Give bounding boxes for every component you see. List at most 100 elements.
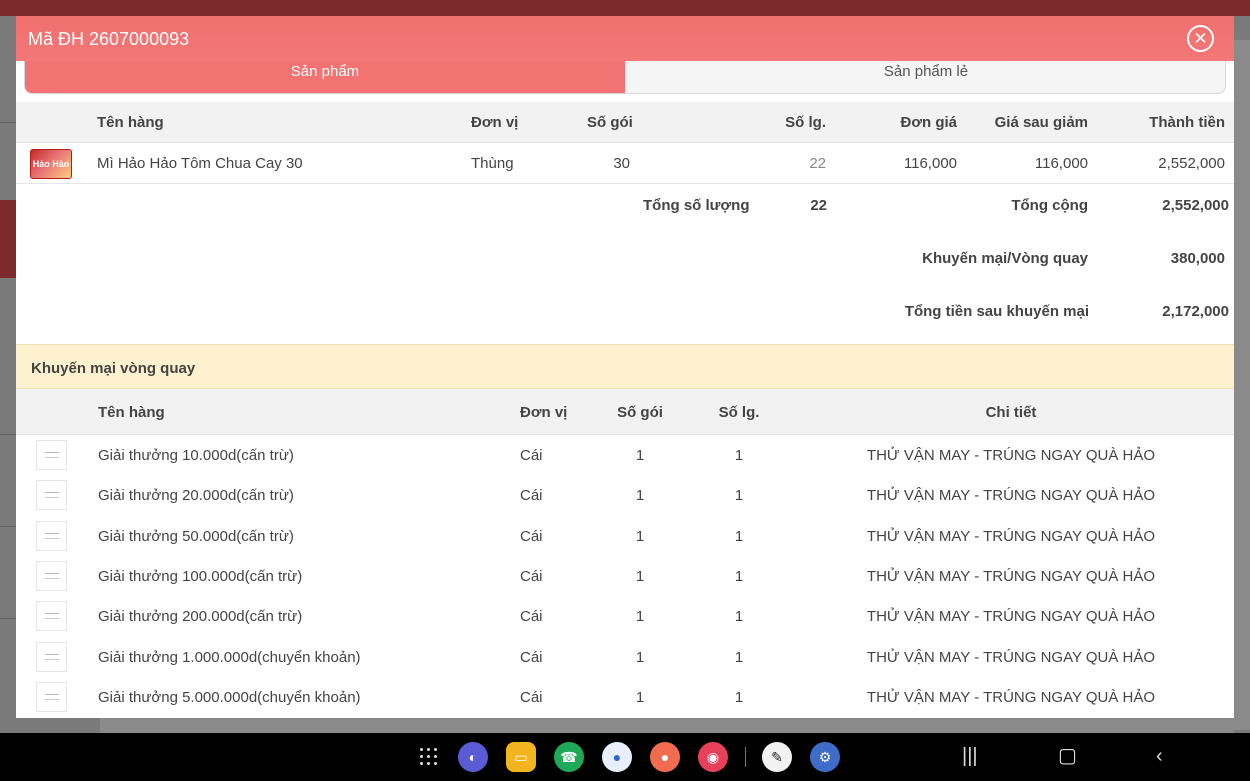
prize-packs: 1: [635, 567, 645, 585]
col-qty: Số lg.: [785, 114, 826, 131]
prize-packs: 1: [635, 688, 645, 706]
product-price: 116,000: [903, 155, 957, 172]
tab-label: Sản phẩm lẻ: [883, 62, 969, 80]
apps-grid-icon[interactable]: [420, 748, 438, 766]
after-promo-value: 2,172,000: [1162, 303, 1229, 320]
prize-qty: 1: [734, 527, 744, 545]
prize-image: [36, 641, 67, 672]
order-detail-modal: Mã ĐH 2607000093 ✕ Sản phẩm Sản phẩm lẻ …: [16, 16, 1234, 718]
back-icon[interactable]: ‹: [1156, 745, 1163, 768]
prize-unit: Cái: [520, 447, 543, 464]
prize-image: [36, 601, 67, 632]
product-name: Mì Hảo Hảo Tôm Chua Cay 30: [97, 155, 303, 172]
table-row[interactable]: Giải thưởng 1.000.000d(chuyển khoản) Cái 1…: [16, 637, 1234, 677]
product-image-text: Hảo Hảo: [32, 159, 70, 169]
recent-apps-icon[interactable]: |||: [962, 745, 978, 768]
internet-browser-icon[interactable]: ◐: [458, 742, 488, 772]
background-right-panel: [1234, 40, 1250, 730]
promotion-table-header: Tên hàng Đơn vị Số gói Số lg. Chi tiết: [16, 389, 1234, 435]
table-row[interactable]: Giải thưởng 5.000.000d(chuyển khoản) Cái 1…: [16, 677, 1234, 717]
col-packs: Số gói: [617, 404, 663, 421]
close-icon[interactable]: ✕: [1187, 25, 1214, 52]
home-icon[interactable]: ▢: [1058, 743, 1077, 768]
tab-loose-products[interactable]: Sản phẩm lẻ: [625, 61, 1225, 93]
android-navigation-bar: ◐ ▭ ☎ ● ● ◉ ✎ ⚙ ||| ▢ ‹: [0, 733, 1250, 781]
prize-qty: 1: [734, 648, 744, 666]
background-app-topbar: [0, 0, 1250, 16]
table-row[interactable]: Giải thưởng 200.000d(cấn trừ) Cái 1 1 THỬ VẬ…: [16, 596, 1234, 636]
prize-name: Giải thưởng 100.000d(cấn trừ): [98, 567, 303, 585]
prize-qty: 1: [734, 447, 744, 464]
total-qty-value: 22: [810, 197, 827, 214]
notes-app-icon[interactable]: ✎: [762, 742, 792, 772]
prize-name: Giải thưởng 5.000.000d(chuyển khoản): [98, 688, 361, 706]
product-packs: 30: [613, 155, 630, 172]
background-divider: [0, 526, 16, 527]
table-row[interactable]: Giải thưởng 100.000d(cấn trừ) Cái 1 1 THỬ VẬ…: [16, 556, 1234, 596]
background-divider: [0, 122, 16, 123]
prize-detail: THỬ VẬN MAY - TRÚNG NGAY QUÀ HẢO: [866, 648, 1156, 666]
prize-packs: 1: [635, 487, 645, 505]
total-qty-label: Tổng số lượng: [643, 197, 750, 214]
prize-unit: Cái: [520, 527, 543, 545]
my-files-icon[interactable]: ▭: [506, 742, 536, 772]
prize-detail: THỬ VẬN MAY - TRÚNG NGAY QUÀ HẢO: [866, 688, 1156, 706]
prize-image: [36, 520, 67, 551]
promotion-section-header: Khuyến mại vòng quay: [16, 344, 1234, 389]
product-total: 2,552,000: [1158, 155, 1225, 172]
screen-recorder-icon[interactable]: ◉: [698, 742, 728, 772]
col-total: Thành tiền: [1149, 114, 1225, 131]
col-qty: Số lg.: [718, 404, 760, 421]
prize-detail: THỬ VẬN MAY - TRÚNG NGAY QUÀ HẢO: [866, 567, 1156, 585]
col-discounted: Giá sau giảm: [994, 114, 1088, 131]
messages-icon[interactable]: ●: [602, 742, 632, 772]
prize-packs: 1: [635, 527, 645, 545]
prize-unit: Cái: [520, 648, 543, 666]
prize-packs: 1: [635, 648, 645, 666]
product-discounted-price: 116,000: [1034, 155, 1088, 172]
contacts-icon[interactable]: ●: [650, 742, 680, 772]
table-row[interactable]: Giải thưởng 10.000d(cấn trừ) Cái 1 1 THỬ VẬN…: [16, 435, 1234, 475]
prize-name: Giải thưởng 10.000d(cấn trừ): [98, 447, 294, 464]
prize-unit: Cái: [520, 487, 543, 505]
col-name: Tên hàng: [98, 404, 165, 421]
prize-name: Giải thưởng 50.000d(cấn trừ): [98, 527, 294, 545]
background-app-selected-item: [0, 200, 16, 278]
table-row[interactable]: Hảo Hảo Mì Hảo Hảo Tôm Chua Cay 30 Thùng…: [16, 143, 1234, 184]
product-table-header: Tên hàng Đơn vị Số gói Số lg. Đơn giá Gi…: [16, 102, 1234, 143]
col-unit: Đơn vị: [520, 404, 568, 421]
prize-image: [36, 681, 67, 712]
tab-bar: Sản phẩm Sản phẩm lẻ: [24, 61, 1226, 94]
prize-detail: THỬ VẬN MAY - TRÚNG NGAY QUÀ HẢO: [866, 527, 1156, 545]
prize-detail: THỬ VẬN MAY - TRÚNG NGAY QUÀ HẢO: [866, 487, 1156, 505]
prize-name: Giải thưởng 20.000d(cấn trừ): [98, 487, 294, 505]
prize-detail: THỬ VẬN MAY - TRÚNG NGAY QUÀ HẢO: [866, 608, 1156, 626]
prize-image: [36, 560, 67, 591]
phone-icon[interactable]: ☎: [554, 742, 584, 772]
dock-separator: [745, 747, 746, 767]
modal-title: Mã ĐH 2607000093: [28, 29, 190, 49]
tab-label: Sản phẩm: [290, 62, 360, 80]
prize-image: [36, 440, 67, 470]
prize-unit: Cái: [520, 567, 543, 585]
background-divider: [0, 618, 16, 619]
prize-unit: Cái: [520, 688, 543, 706]
col-name: Tên hàng: [97, 114, 164, 131]
col-price: Đơn giá: [900, 114, 958, 131]
background-divider: [0, 434, 16, 435]
prize-qty: 1: [734, 567, 744, 585]
promo-label: Khuyến mại/Vòng quay: [922, 250, 1088, 267]
prize-image: [36, 480, 67, 511]
prize-qty: 1: [734, 608, 744, 626]
prize-packs: 1: [635, 608, 645, 626]
tab-products[interactable]: Sản phẩm: [25, 61, 625, 93]
grand-total-label: Tổng cộng: [1011, 197, 1088, 214]
col-packs: Số gói: [587, 114, 633, 131]
after-promo-label: Tổng tiền sau khuyến mại: [904, 303, 1089, 320]
table-row[interactable]: Giải thưởng 50.000d(cấn trừ) Cái 1 1 THỬ VẬN…: [16, 516, 1234, 556]
table-row[interactable]: Giải thưởng 20.000d(cấn trừ) Cái 1 1 THỬ VẬN…: [16, 475, 1234, 515]
settings-icon[interactable]: ⚙: [810, 742, 840, 772]
modal-header: Mã ĐH 2607000093 ✕: [16, 16, 1234, 61]
prize-name: Giải thưởng 200.000d(cấn trừ): [98, 608, 303, 626]
prize-unit: Cái: [520, 608, 543, 626]
